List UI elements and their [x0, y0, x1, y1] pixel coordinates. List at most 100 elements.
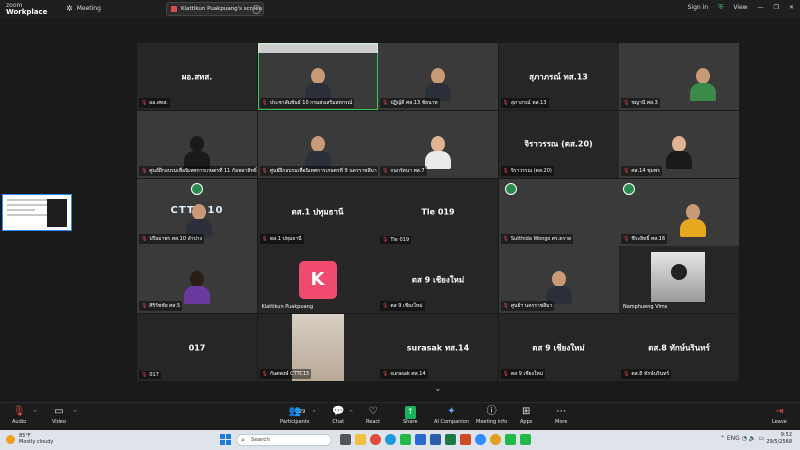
ai-companion-button[interactable]: ✦ AI Companion — [434, 406, 469, 425]
leave-button[interactable]: ⇥ Leave — [772, 406, 787, 425]
video-button[interactable]: ▭ Video — [52, 406, 66, 425]
tray-overflow-icon[interactable]: ⌃ — [720, 435, 725, 442]
participant-display-name: ผอ.สทส. — [181, 72, 213, 81]
language-indicator[interactable]: ENG — [727, 435, 740, 442]
taskbar-clock[interactable]: 9:52 29/5/2568 — [766, 432, 792, 446]
participant-tile[interactable]: ผอ.สทส. 🎙 ผอ.สทส. — [137, 43, 257, 110]
participant-tile[interactable]: 017 🎙 017 — [137, 314, 257, 381]
participant-tile[interactable]: K Kiattikun Puakpuang — [257, 246, 378, 314]
react-label: React — [366, 419, 381, 425]
participant-name-label: 🎙 ตส 9 เชียงใหม่ — [380, 301, 425, 312]
line-app-icon[interactable] — [400, 434, 411, 445]
wifi-icon[interactable]: ◔ — [742, 435, 747, 442]
meeting-menu[interactable]: ✲ Meeting — [66, 4, 101, 13]
more-button[interactable]: ⋯ More — [555, 406, 567, 425]
video-options-caret-icon[interactable]: ^ — [73, 410, 77, 416]
sign-in-link[interactable]: Sign in — [688, 4, 708, 11]
weather-widget[interactable]: 85°F Mostly cloudy — [6, 433, 53, 445]
outlook-icon[interactable] — [415, 434, 426, 445]
participant-display-name: จิราวรรณ (ตส.20) — [524, 139, 593, 149]
participant-tile[interactable]: 🎙 ศิริรัชชัย ศส.5 — [137, 246, 257, 314]
muted-mic-icon: 🎙 — [502, 100, 509, 106]
sparkle-icon: ✦ — [447, 406, 456, 417]
file-explorer-icon[interactable] — [355, 434, 366, 445]
powerpoint-icon[interactable] — [460, 434, 471, 445]
excel-icon[interactable] — [445, 434, 456, 445]
chrome-profile-icon[interactable] — [490, 434, 501, 445]
zoom-app-icon[interactable] — [475, 434, 486, 445]
muted-mic-icon: 🎙 — [502, 235, 509, 242]
participant-tile[interactable]: ตส.1 ปทุมธานี 🎙 ตส.1 ปทุมธานี — [257, 178, 378, 246]
participant-tile[interactable]: Namphueng Vims — [619, 246, 739, 314]
participant-profile-photo — [651, 252, 705, 303]
participant-name-label: 🎙 Tle 019 — [380, 235, 412, 244]
line-app-icon-3[interactable] — [520, 434, 531, 445]
weather-desc: Mostly cloudy — [19, 439, 54, 445]
participant-tile-active-speaker[interactable]: 🎙 ประชาสัมพันธ์ 10 กรมส่งเสริมสหกรณ์ — [257, 43, 378, 110]
video-label: Video — [52, 419, 67, 425]
participant-tile[interactable]: Tle 019 🎙 Tle 019 — [378, 178, 498, 246]
shared-window-pane — [47, 199, 67, 227]
top-right-controls: Sign in ⛨ View — ❐ ✕ — [678, 3, 794, 12]
participant-tile[interactable]: 🎙 ปฏิญ์ดี ศส.13 ชัยนาท — [378, 43, 498, 110]
meeting-stage: ผอ.สทส. 🎙 ผอ.สทส. 🎙 ประชาสัมพันธ์ 10 กรมส่… — [0, 18, 800, 402]
participant-tile[interactable]: 🎙 ชญานี ศส.3 — [619, 43, 739, 110]
chat-options-caret-icon[interactable]: ^ — [349, 410, 353, 416]
participant-tile[interactable]: 🎙 ชีระยิทธิ์ ศส.16 — [619, 178, 739, 246]
more-options-icon[interactable]: ··· — [252, 5, 261, 14]
participant-tile[interactable]: 🎙 ศูนย์ฝึกอบรมเพื่อนิเทศการเกษตรที่ 9 นคร… — [257, 110, 378, 178]
taskbar-search-box[interactable]: ⌕ Search — [236, 434, 332, 446]
search-icon: ⌕ — [241, 436, 245, 444]
participant-tile[interactable]: ตส.8 ทักษ์นรินทร์ 🎙 ตส.8 ทักษ์นรินทร์ — [619, 314, 739, 381]
participant-avatar: K — [298, 261, 337, 300]
participant-tile[interactable]: CTTC 10 🎙 ปรียมาพร ศส.10 ลำปาง — [137, 178, 257, 246]
participant-name-label: 🎙 จิราวรรณ (ตส.20) — [500, 165, 554, 176]
audio-label: Audio — [12, 419, 27, 425]
participant-tile[interactable]: สุภาภรณ์ ทส.13 🎙 สุภาภรณ์ ทส.13 — [498, 43, 619, 110]
clock-date: 29/5/2568 — [766, 439, 792, 445]
minimize-icon[interactable]: — — [758, 4, 764, 11]
audio-options-caret-icon[interactable]: ^ — [33, 410, 37, 416]
participant-name-label: 🎙 ตส.1 ปทุมธานี — [259, 233, 304, 244]
chat-button[interactable]: 💬 Chat — [332, 406, 344, 425]
participant-tile[interactable]: จิราวรรณ (ตส.20) 🎙 จิราวรรณ (ตส.20) — [498, 110, 619, 178]
participants-options-caret-icon[interactable]: ^ — [312, 410, 316, 416]
participant-name-label: 🎙 ตส 9 เชียงใหม่ — [500, 369, 546, 379]
participant-tile[interactable]: 🎙 ศูนย์ฯ นครราชสีมา — [498, 246, 619, 314]
participant-tile[interactable]: ตส 9 เชียงใหม่ 🎙 ตส 9 เชียงใหม่ — [498, 314, 619, 381]
participant-tile[interactable]: 🎙 กนกรัตนา ศส.7 — [378, 110, 498, 178]
muted-mic-icon: 🎙 — [502, 167, 509, 174]
restore-icon[interactable]: ❐ — [774, 4, 779, 11]
muted-mic-icon: 🎙 — [382, 236, 389, 243]
volume-icon[interactable]: 🔈 — [749, 435, 756, 442]
chat-label: Chat — [332, 419, 345, 425]
screen-share-thumbnail[interactable] — [2, 194, 72, 231]
participant-name-label: 🎙 ตส.8 ทักษ์นรินทร์ — [621, 369, 672, 379]
participant-tile[interactable]: 🎙 ศส.14 ชุมพร — [619, 110, 739, 178]
system-tray[interactable]: ⌃ ENG ◔ 🔈 ▭ — [720, 435, 764, 442]
pinned-apps — [340, 434, 535, 445]
line-app-icon-2[interactable] — [505, 434, 516, 445]
word-icon[interactable] — [430, 434, 441, 445]
battery-icon[interactable]: ▭ — [758, 435, 764, 442]
react-button[interactable]: ♡ React — [366, 406, 380, 425]
participant-tile[interactable]: ตส 9 เชียงใหม่ 🎙 ตส 9 เชียงใหม่ — [378, 246, 498, 314]
audio-button[interactable]: 🎙 Audio — [12, 406, 26, 425]
edge-icon[interactable] — [385, 434, 396, 445]
meeting-info-button[interactable]: ⓘ Meeting info — [476, 406, 507, 425]
participant-tile[interactable]: 🎙 กันตพงษ์ CTTC15 — [257, 314, 378, 381]
shield-icon[interactable]: ⛨ — [718, 3, 723, 12]
view-button[interactable]: View — [733, 4, 747, 11]
chrome-icon[interactable] — [370, 434, 381, 445]
chat-bubble-icon: 💬 — [332, 406, 345, 417]
participant-tile[interactable]: 🎙 ศูนย์ฝึกอบรมเพื่อนิเทศการเกษตรที่ 11 กั… — [137, 110, 257, 178]
apps-button[interactable]: ⊞ Apps — [520, 406, 532, 425]
close-icon[interactable]: ✕ — [789, 4, 794, 11]
participant-tile[interactable]: 🎙 Sutthida Wongs ศร.ตราด — [498, 178, 619, 246]
participant-tile[interactable]: surasak ทส.14 🎙 surasak ศส.14 — [378, 314, 498, 381]
share-button[interactable]: ↑ Share — [403, 406, 417, 425]
task-view-icon[interactable] — [340, 434, 351, 445]
windows-start-icon[interactable] — [220, 434, 231, 445]
screen-share-indicator[interactable]: Kiattikun Puakpuang's screen ··· — [166, 2, 264, 16]
chevron-down-icon[interactable]: ⌄ — [434, 384, 442, 394]
